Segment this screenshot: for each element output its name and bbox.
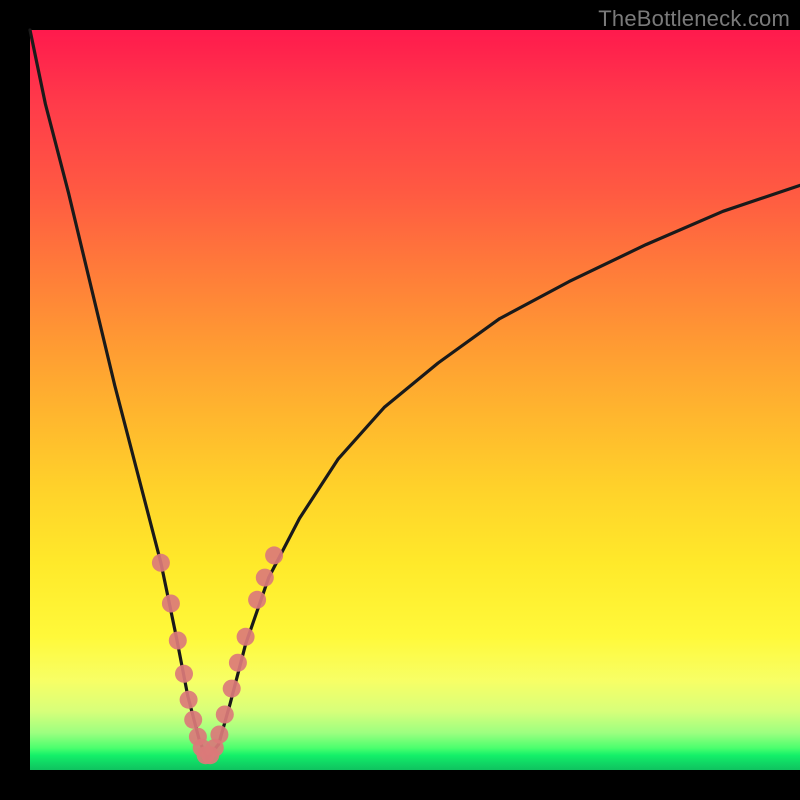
sample-marker — [237, 628, 255, 646]
chart-svg — [30, 30, 800, 770]
sample-marker — [162, 595, 180, 613]
sample-marker — [152, 554, 170, 572]
sample-marker — [216, 706, 234, 724]
sample-marker — [223, 680, 241, 698]
chart-frame: TheBottleneck.com — [0, 0, 800, 800]
sample-marker — [184, 711, 202, 729]
sample-marker — [265, 546, 283, 564]
bottleneck-curve — [30, 30, 800, 759]
sample-marker — [180, 691, 198, 709]
sample-marker — [256, 569, 274, 587]
sample-marker — [169, 632, 187, 650]
plot-area — [30, 30, 800, 770]
sample-marker — [210, 726, 228, 744]
sample-markers-group — [152, 546, 283, 764]
sample-marker — [229, 654, 247, 672]
watermark-text: TheBottleneck.com — [598, 6, 790, 32]
sample-marker — [248, 591, 266, 609]
sample-marker — [175, 665, 193, 683]
